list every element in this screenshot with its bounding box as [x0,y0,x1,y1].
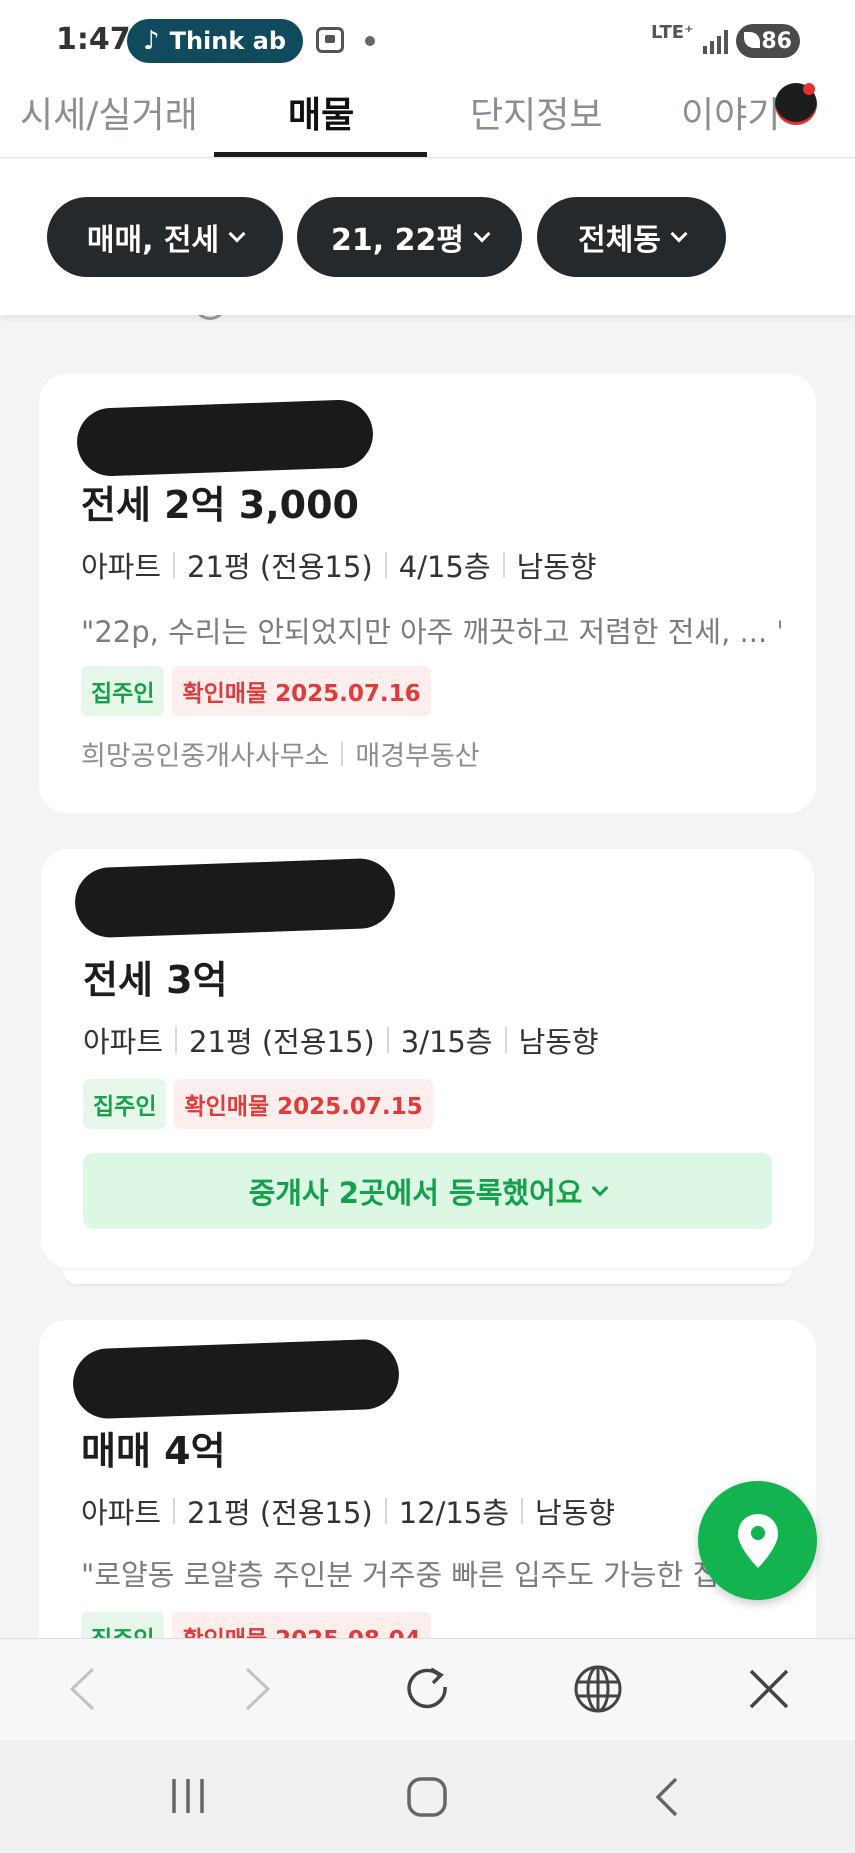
browser-reload-button[interactable] [397,1659,457,1719]
filter-chip-building[interactable]: 전체동 [537,197,726,277]
music-note-icon: ♪ [143,26,160,56]
listing-specs: 아파트 21평 (전용15) 12/15층 남동향 [81,1490,615,1532]
back-icon [69,1667,95,1711]
recents-button[interactable] [168,1775,208,1821]
screenshot-icon [316,27,344,53]
tab-stories[interactable]: 이야기 [681,86,780,138]
map-view-button[interactable] [698,1481,817,1600]
listing-specs: 아파트 21평 (전용15) 3/15층 남동향 [83,1019,599,1061]
browser-back-button[interactable] [52,1659,112,1719]
forward-icon [245,1667,271,1711]
property-direction: 남동향 [516,550,597,584]
map-pin-icon [737,1513,778,1568]
status-bar: 1:47 ♪ Think ab LTE⁺ 86 [0,0,855,78]
listing-specs: 아파트 21평 (전용15) 4/15층 남동향 [81,544,597,586]
agent-name: 매경부동산 [355,741,480,772]
owner-badge: 집주인 [83,1079,167,1129]
globe-icon [574,1665,622,1713]
property-floor: 12/15층 [398,1496,510,1530]
filter-chip-trade-type[interactable]: 매매, 전세 [47,197,283,277]
redacted-complex-name [73,857,397,939]
property-direction: 남동향 [518,1025,599,1059]
listing-description: "22p, 수리는 안되었지만 아주 깨끗하고 저렴한 전세, ... " [81,615,781,649]
property-size: 21평 (전용15) [187,1496,373,1530]
battery-level: 86 [761,28,792,54]
home-button[interactable] [405,1775,449,1823]
new-badge-icon [775,83,817,125]
system-nav-bar [0,1740,855,1853]
browser-language-button[interactable] [568,1659,628,1719]
filter-chip-size[interactable]: 21, 22평 [297,197,522,277]
browser-close-button[interactable] [739,1659,799,1719]
tab-complex-info[interactable]: 단지정보 [470,86,602,138]
filter-chip-label: 매매, 전세 [86,223,220,258]
browser-forward-button[interactable] [228,1659,288,1719]
filter-chip-label: 전체동 [578,223,661,258]
tab-listings[interactable]: 매물 [288,86,354,138]
listing-price: 전세 2억 3,000 [81,483,359,527]
filter-chip-label: 21, 22평 [331,223,464,258]
recents-icon [172,1779,204,1813]
listing-tags: 집주인 확인매물 2025.07.16 [81,666,431,716]
property-type: 아파트 [83,1025,164,1059]
agents-expand-label: 중개사 2곳에서 등록했어요 [248,1176,583,1210]
stacked-card-edge [63,1270,792,1284]
listing-card[interactable]: 매매 4억 아파트 21평 (전용15) 12/15층 남동향 "로얄동 로얄층… [39,1320,816,1680]
listing-card[interactable]: 전세 2억 3,000 아파트 21평 (전용15) 4/15층 남동향 "22… [39,374,816,813]
status-time: 1:47 [56,22,131,57]
network-type: LTE⁺ [651,22,694,43]
chevron-down-icon [473,225,491,243]
battery-indicator: 86 [736,24,800,58]
active-tab-indicator [214,152,427,157]
confirmed-badge: 확인매물 2025.07.16 [172,666,431,716]
property-size: 21평 (전용15) [187,550,373,584]
agents-expand-button[interactable]: 중개사 2곳에서 등록했어요 [83,1153,772,1229]
chevron-down-icon [591,1179,609,1197]
close-icon [749,1669,789,1709]
property-floor: 3/15층 [400,1025,493,1059]
redacted-complex-name [75,398,375,478]
owner-badge: 집주인 [81,666,165,716]
property-direction: 남동향 [535,1496,616,1530]
filter-bar: 매매, 전세 21, 22평 전체동 [0,159,855,315]
home-icon [407,1777,447,1817]
listing-card[interactable]: 전세 3억 아파트 21평 (전용15) 3/15층 남동향 집주인 확인매물 … [41,849,814,1268]
listing-price: 전세 3억 [83,958,228,1002]
listing-description: "로얄동 로얄층 주인분 거주중 빠른 입주도 가능한 집 [81,1558,720,1592]
property-type: 아파트 [81,550,162,584]
notification-dot-icon [365,36,375,46]
listing-price: 매매 4억 [81,1429,226,1473]
agent-name: 희망공인중개사사무소 [81,741,330,772]
property-size: 21평 (전용15) [189,1025,375,1059]
tab-price-history[interactable]: 시세/실거래 [20,86,198,138]
confirmed-badge: 확인매물 2025.07.15 [174,1079,433,1129]
tab-bar: 시세/실거래 매물 단지정보 이야기 [0,78,855,158]
music-pill-text: Think ab [169,27,287,55]
power-saving-icon [744,32,760,48]
property-type: 아파트 [81,1496,162,1530]
system-back-button[interactable] [652,1775,682,1823]
redacted-complex-name [71,1338,401,1420]
reload-icon [407,1667,447,1709]
chevron-down-icon [670,225,688,243]
chevron-down-icon [228,225,246,243]
signal-icon [703,28,729,54]
music-pill[interactable]: ♪ Think ab [127,19,303,63]
property-floor: 4/15층 [398,550,491,584]
listing-agents: 희망공인중개사사무소 매경부동산 [81,734,480,773]
system-back-icon [655,1777,678,1817]
listing-tags: 집주인 확인매물 2025.07.15 [83,1079,433,1129]
browser-toolbar [0,1638,855,1740]
